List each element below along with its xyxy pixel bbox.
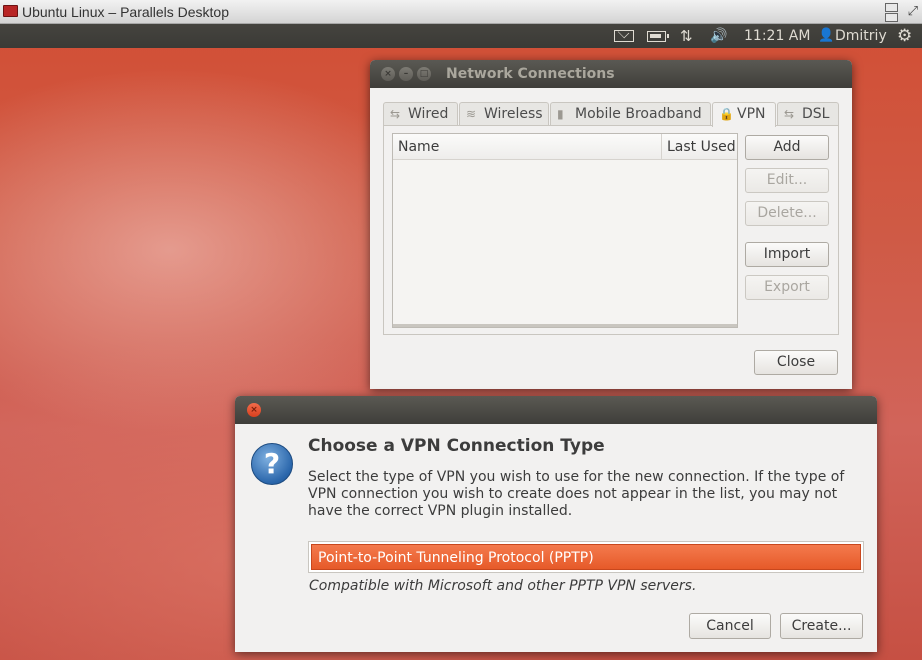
wired-icon: ⇆ — [390, 107, 401, 121]
import-button[interactable]: Import — [745, 242, 829, 267]
mobile-broadband-icon: ▮ — [557, 107, 564, 121]
user-icon[interactable]: 👤 — [818, 26, 834, 46]
mail-icon[interactable] — [614, 30, 634, 42]
dialog-titlebar[interactable]: × — [235, 396, 877, 424]
export-button[interactable]: Export — [745, 275, 829, 300]
connection-type-tabs: ⇆ Wired ≋ Wireless ▮ Mobile Broadband 🔒 … — [383, 102, 839, 127]
edit-button[interactable]: Edit... — [745, 168, 829, 193]
tab-wireless[interactable]: ≋ Wireless — [459, 102, 549, 126]
gear-icon[interactable]: ⚙ — [897, 26, 912, 46]
wireless-icon: ≋ — [466, 107, 477, 121]
maximize-icon[interactable]: □ — [417, 67, 431, 81]
tab-dsl[interactable]: ⇆ DSL — [777, 102, 839, 126]
network-connections-window: × – □ Network Connections ⇆ Wired ≋ Wire… — [370, 60, 852, 389]
vpn-type-selected-option[interactable]: Point-to-Point Tunneling Protocol (PPTP) — [311, 544, 861, 570]
clock[interactable]: 11:21 AM — [744, 26, 810, 46]
connections-list[interactable]: Name Last Used — [392, 133, 738, 328]
choose-vpn-type-dialog: × ? Choose a VPN Connection Type Select … — [235, 396, 877, 652]
parallels-app-icon — [3, 5, 18, 17]
vpn-type-select[interactable]: Point-to-Point Tunneling Protocol (PPTP) — [308, 541, 864, 573]
minimize-icon[interactable]: – — [399, 67, 413, 81]
close-icon[interactable]: × — [381, 67, 395, 81]
host-window-control-bottom[interactable] — [885, 13, 898, 22]
tab-label: Wired — [408, 106, 449, 122]
host-window-control-top[interactable] — [885, 3, 898, 12]
tab-label: Mobile Broadband — [575, 106, 702, 122]
dialog-heading: Choose a VPN Connection Type — [308, 436, 605, 456]
battery-icon[interactable] — [647, 31, 669, 42]
fullscreen-icon[interactable]: ⤢ — [908, 3, 918, 19]
tab-label: Wireless — [484, 106, 543, 122]
window-titlebar[interactable]: × – □ Network Connections — [370, 60, 852, 88]
tab-wired[interactable]: ⇆ Wired — [383, 102, 458, 126]
ubuntu-top-panel: ⇅ 🔊 11:21 AM 👤 Dmitriy ⚙ — [0, 24, 922, 48]
cancel-button[interactable]: Cancel — [689, 613, 771, 639]
host-titlebar: Ubuntu Linux – Parallels Desktop ⤢ — [0, 0, 922, 24]
add-button[interactable]: Add — [745, 135, 829, 160]
question-icon: ? — [251, 443, 293, 485]
list-header: Name Last Used — [393, 134, 737, 160]
close-button[interactable]: Close — [754, 350, 838, 375]
column-header-name[interactable]: Name — [398, 139, 439, 155]
tab-label: DSL — [802, 106, 830, 122]
user-name[interactable]: Dmitriy — [835, 26, 887, 46]
tab-mobile-broadband[interactable]: ▮ Mobile Broadband — [550, 102, 711, 126]
network-icon[interactable]: ⇅ — [680, 26, 693, 46]
tab-vpn[interactable]: 🔒 VPN — [712, 102, 776, 127]
close-icon[interactable]: × — [247, 403, 261, 417]
tab-label: VPN — [737, 106, 766, 122]
host-window-title: Ubuntu Linux – Parallels Desktop — [22, 4, 230, 20]
create-button[interactable]: Create... — [780, 613, 863, 639]
dialog-description: Select the type of VPN you wish to use f… — [308, 469, 845, 519]
lock-icon: 🔒 — [719, 107, 734, 121]
delete-button[interactable]: Delete... — [745, 201, 829, 226]
vpn-type-compat-note: Compatible with Microsoft and other PPTP… — [309, 578, 697, 594]
column-header-last-used[interactable]: Last Used — [667, 139, 736, 155]
list-horizontal-scrollbar[interactable] — [393, 324, 737, 327]
column-divider — [661, 134, 662, 160]
window-title: Network Connections — [446, 66, 615, 82]
volume-icon[interactable]: 🔊 — [710, 26, 727, 46]
dsl-icon: ⇆ — [784, 107, 795, 121]
